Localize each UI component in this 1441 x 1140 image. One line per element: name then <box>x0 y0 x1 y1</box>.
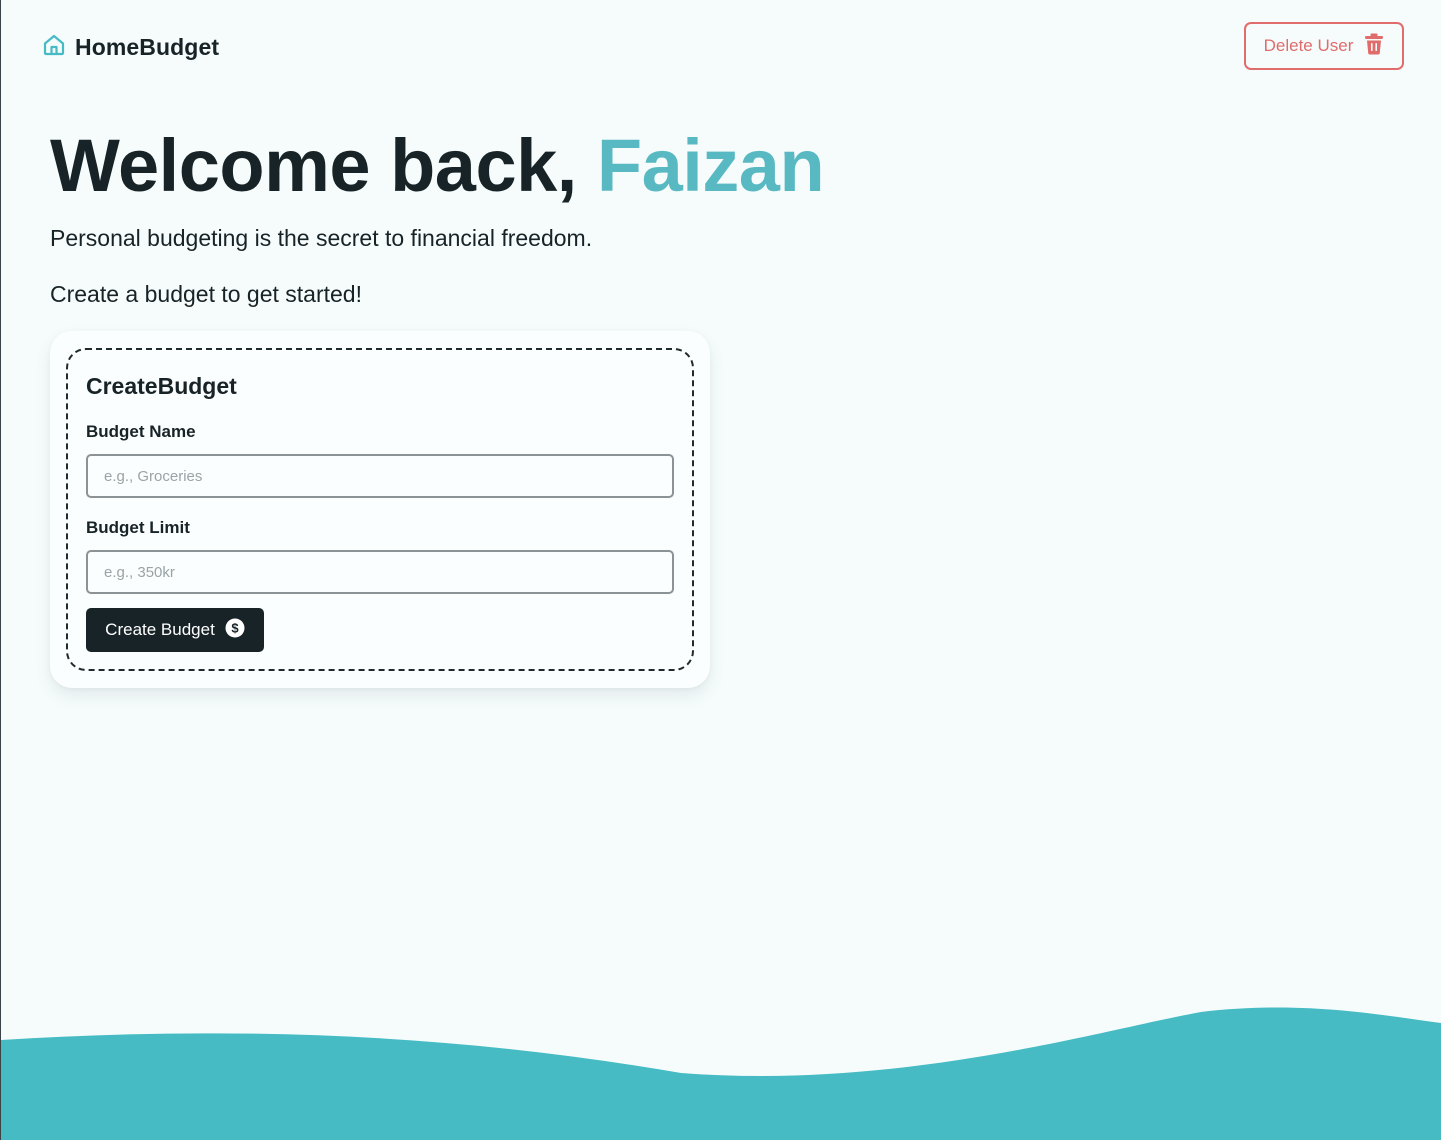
username: Faizan <box>596 124 825 207</box>
budget-limit-label: Budget Limit <box>86 518 190 537</box>
budget-name-label: Budget Name <box>86 422 196 441</box>
create-budget-button-label: Create Budget <box>105 620 215 639</box>
get-started-text: Create a budget to get started! <box>50 281 362 307</box>
delete-user-label: Delete User <box>1263 36 1354 55</box>
svg-text:$: $ <box>231 620 239 635</box>
welcome-heading: Welcome back, Faizan <box>50 122 825 210</box>
create-budget-card: CreateBudget Budget Name Budget Limit Cr… <box>50 331 710 688</box>
home-link[interactable]: HomeBudget <box>42 33 219 62</box>
welcome-text: Welcome back, <box>50 124 597 207</box>
budget-name-input[interactable] <box>86 454 674 498</box>
delete-user-button[interactable]: Delete User <box>1244 22 1404 70</box>
decorative-wave <box>1 1007 1441 1140</box>
trash-icon <box>1364 33 1384 60</box>
dollar-circle-icon: $ <box>225 618 245 643</box>
top-navbar: HomeBudget Delete User <box>1 0 1441 95</box>
budget-limit-input[interactable] <box>86 550 674 594</box>
create-budget-title: CreateBudget <box>86 373 237 399</box>
brand-name: HomeBudget <box>75 34 220 60</box>
create-budget-button[interactable]: Create Budget $ <box>86 608 264 652</box>
home-icon <box>42 33 66 62</box>
subtitle: Personal budgeting is the secret to fina… <box>50 225 593 251</box>
create-budget-form: CreateBudget Budget Name Budget Limit Cr… <box>66 348 694 671</box>
